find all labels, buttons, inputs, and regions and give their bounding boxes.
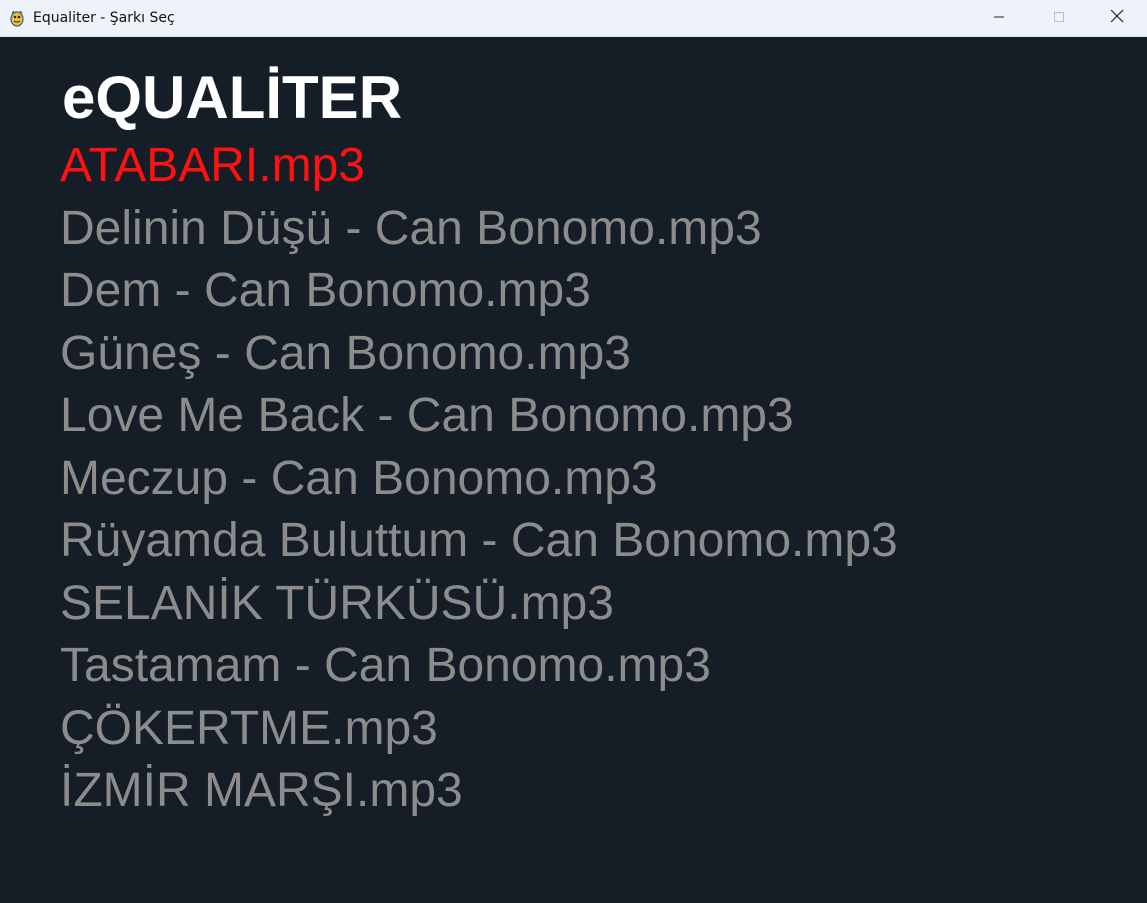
song-item[interactable]: ÇÖKERTME.mp3 [60, 698, 898, 761]
song-item[interactable]: Delinin Düşü - Can Bonomo.mp3 [60, 198, 898, 261]
song-item-selected[interactable]: ATABARI.mp3 [60, 135, 898, 198]
main-content: eQUALİTER ATABARI.mp3 Delinin Düşü - Can … [0, 37, 1147, 903]
song-item[interactable]: Güneş - Can Bonomo.mp3 [60, 323, 898, 386]
window-title: Equaliter - Şarkı Seç [33, 10, 175, 26]
close-button[interactable] [1088, 0, 1146, 37]
song-item[interactable]: Rüyamda Buluttum - Can Bonomo.mp3 [60, 510, 898, 573]
title-bar[interactable]: Equaliter - Şarkı Seç [0, 0, 1147, 37]
maximize-icon [1053, 10, 1065, 28]
song-item[interactable]: Love Me Back - Can Bonomo.mp3 [60, 385, 898, 448]
maximize-button[interactable] [1030, 0, 1088, 37]
minimize-icon [993, 10, 1005, 28]
close-icon [1110, 9, 1124, 28]
song-item[interactable]: Dem - Can Bonomo.mp3 [60, 260, 898, 323]
minimize-button[interactable] [970, 0, 1028, 37]
song-item[interactable]: İZMİR MARŞI.mp3 [60, 760, 898, 823]
song-item[interactable]: Meczup - Can Bonomo.mp3 [60, 448, 898, 511]
song-list: ATABARI.mp3 Delinin Düşü - Can Bonomo.mp3… [60, 135, 898, 823]
app-window: Equaliter - Şarkı Seç eQUALİTER ATABARI.… [0, 0, 1147, 903]
song-item[interactable]: SELANİK TÜRKÜSÜ.mp3 [60, 573, 898, 636]
song-item[interactable]: Tastamam - Can Bonomo.mp3 [60, 635, 898, 698]
app-title: eQUALİTER [62, 64, 403, 131]
app-icon [8, 9, 26, 27]
